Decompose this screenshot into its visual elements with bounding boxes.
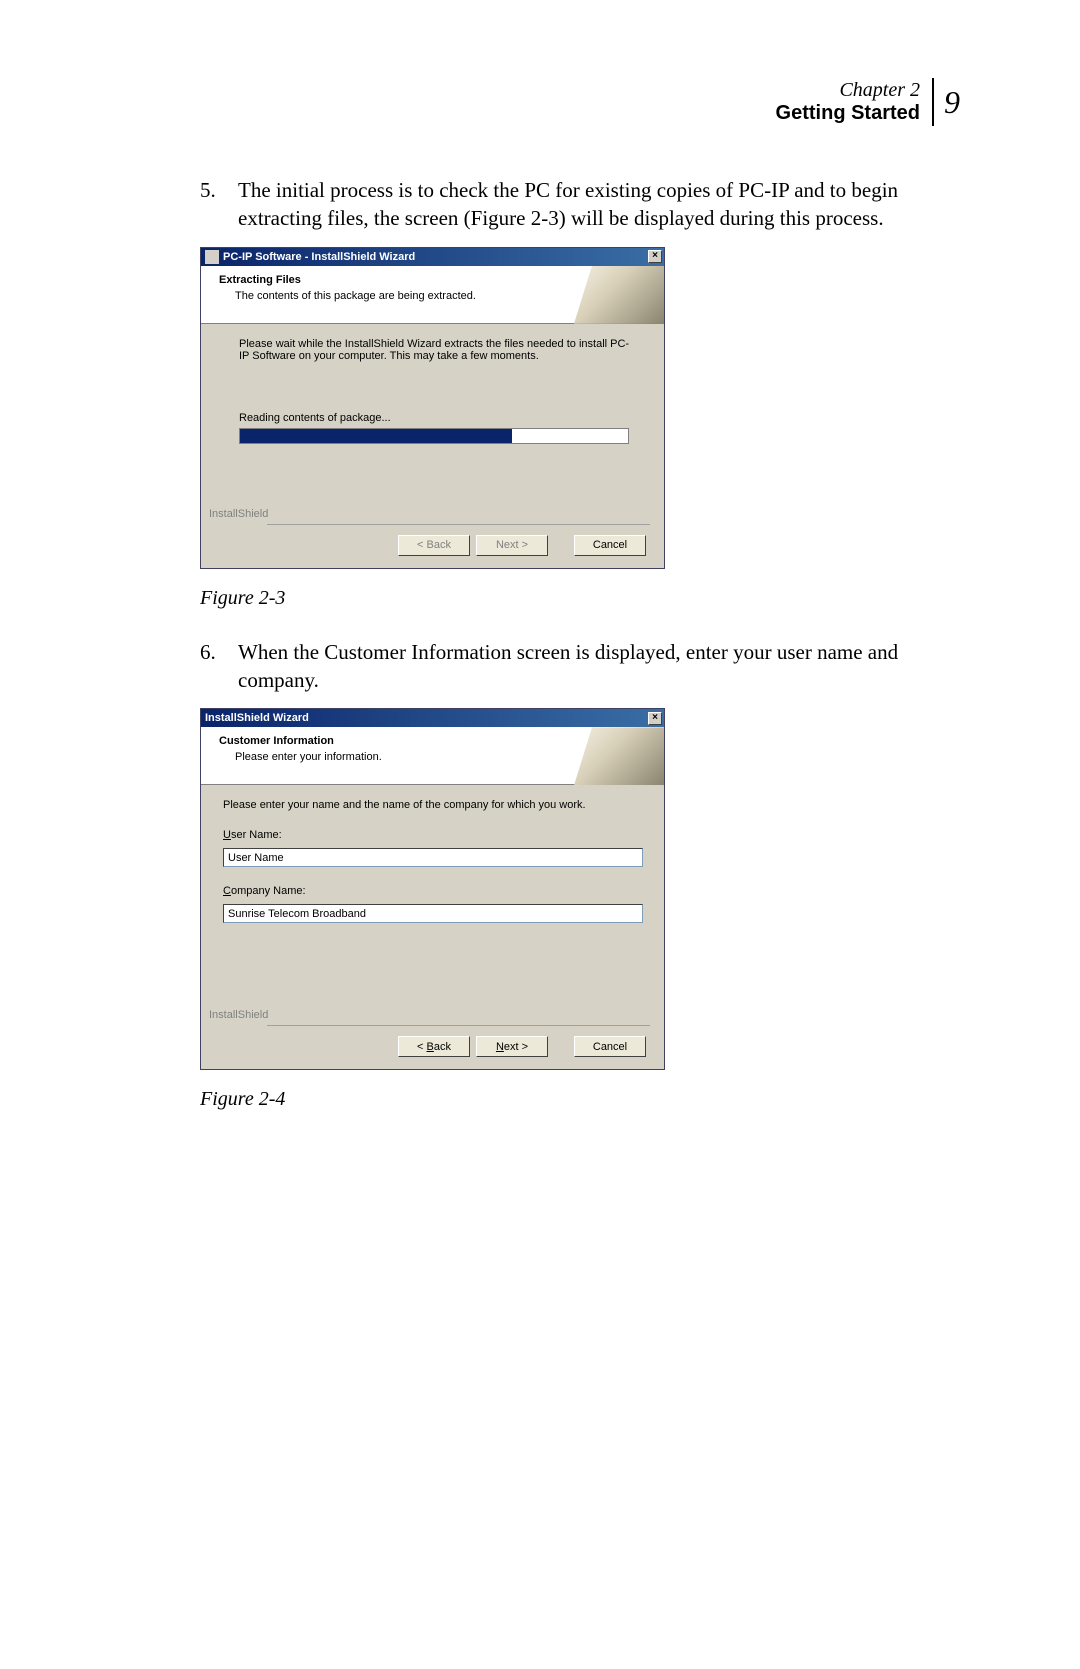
- footer-brand: InstallShield: [209, 1009, 268, 1021]
- dialog-header-panel: Extracting Files The contents of this pa…: [201, 266, 664, 324]
- titlebar: InstallShield Wizard ×: [201, 709, 664, 727]
- window-title: PC-IP Software - InstallShield Wizard: [223, 251, 415, 263]
- user-name-field[interactable]: [223, 848, 643, 867]
- step-6: 6. When the Customer Information screen …: [200, 638, 960, 695]
- header-graphic: [574, 266, 664, 324]
- dialog-heading: Extracting Files: [219, 274, 301, 286]
- close-icon[interactable]: ×: [648, 712, 662, 725]
- next-button[interactable]: Next >: [476, 1036, 548, 1057]
- back-button[interactable]: < Back: [398, 1036, 470, 1057]
- figure-caption-2-3: Figure 2-3: [200, 587, 960, 610]
- window-title: InstallShield Wizard: [205, 712, 309, 724]
- dialog-header-panel: Customer Information Please enter your i…: [201, 727, 664, 785]
- step-number: 6.: [200, 638, 238, 695]
- step-text: The initial process is to check the PC f…: [238, 176, 960, 233]
- instruction-text: Please enter your name and the name of t…: [223, 799, 646, 811]
- cancel-button[interactable]: Cancel: [574, 535, 646, 556]
- progress-bar: [239, 428, 629, 444]
- dialog-content: Please enter your name and the name of t…: [201, 785, 664, 1005]
- company-name-field[interactable]: [223, 904, 643, 923]
- back-button: < Back: [398, 535, 470, 556]
- progress-fill: [240, 429, 512, 443]
- page-header: Chapter 2 Getting Started 9: [200, 78, 960, 126]
- header-graphic: [574, 727, 664, 785]
- instruction-text: Please wait while the InstallShield Wiza…: [239, 338, 638, 362]
- install-wizard-dialog-extracting: PC-IP Software - InstallShield Wizard × …: [200, 247, 665, 569]
- window-icon: [205, 250, 219, 264]
- page-number: 9: [944, 84, 960, 121]
- cancel-button[interactable]: Cancel: [574, 1036, 646, 1057]
- dialog-content: Please wait while the InstallShield Wiza…: [201, 324, 664, 504]
- figure-caption-2-4: Figure 2-4: [200, 1088, 960, 1111]
- chapter-label: Chapter 2: [776, 79, 920, 102]
- progress-label: Reading contents of package...: [239, 412, 638, 424]
- install-wizard-dialog-customer-info: InstallShield Wizard × Customer Informat…: [200, 708, 665, 1070]
- dialog-footer: InstallShield < Back Next > Cancel: [201, 1005, 664, 1069]
- dialog-subheading: The contents of this package are being e…: [235, 290, 476, 302]
- dialog-subheading: Please enter your information.: [235, 751, 382, 763]
- titlebar: PC-IP Software - InstallShield Wizard ×: [201, 248, 664, 266]
- footer-rule: [267, 524, 650, 525]
- user-name-label: User Name:: [223, 829, 646, 841]
- company-name-label: Company Name:: [223, 885, 646, 897]
- footer-rule: [267, 1025, 650, 1026]
- next-button: Next >: [476, 535, 548, 556]
- close-icon[interactable]: ×: [648, 250, 662, 263]
- footer-brand: InstallShield: [209, 508, 268, 520]
- dialog-heading: Customer Information: [219, 735, 334, 747]
- dialog-footer: InstallShield < Back Next > Cancel: [201, 504, 664, 568]
- step-5: 5. The initial process is to check the P…: [200, 176, 960, 233]
- step-number: 5.: [200, 176, 238, 233]
- section-label: Getting Started: [776, 102, 920, 125]
- header-divider: [932, 78, 934, 126]
- step-text: When the Customer Information screen is …: [238, 638, 960, 695]
